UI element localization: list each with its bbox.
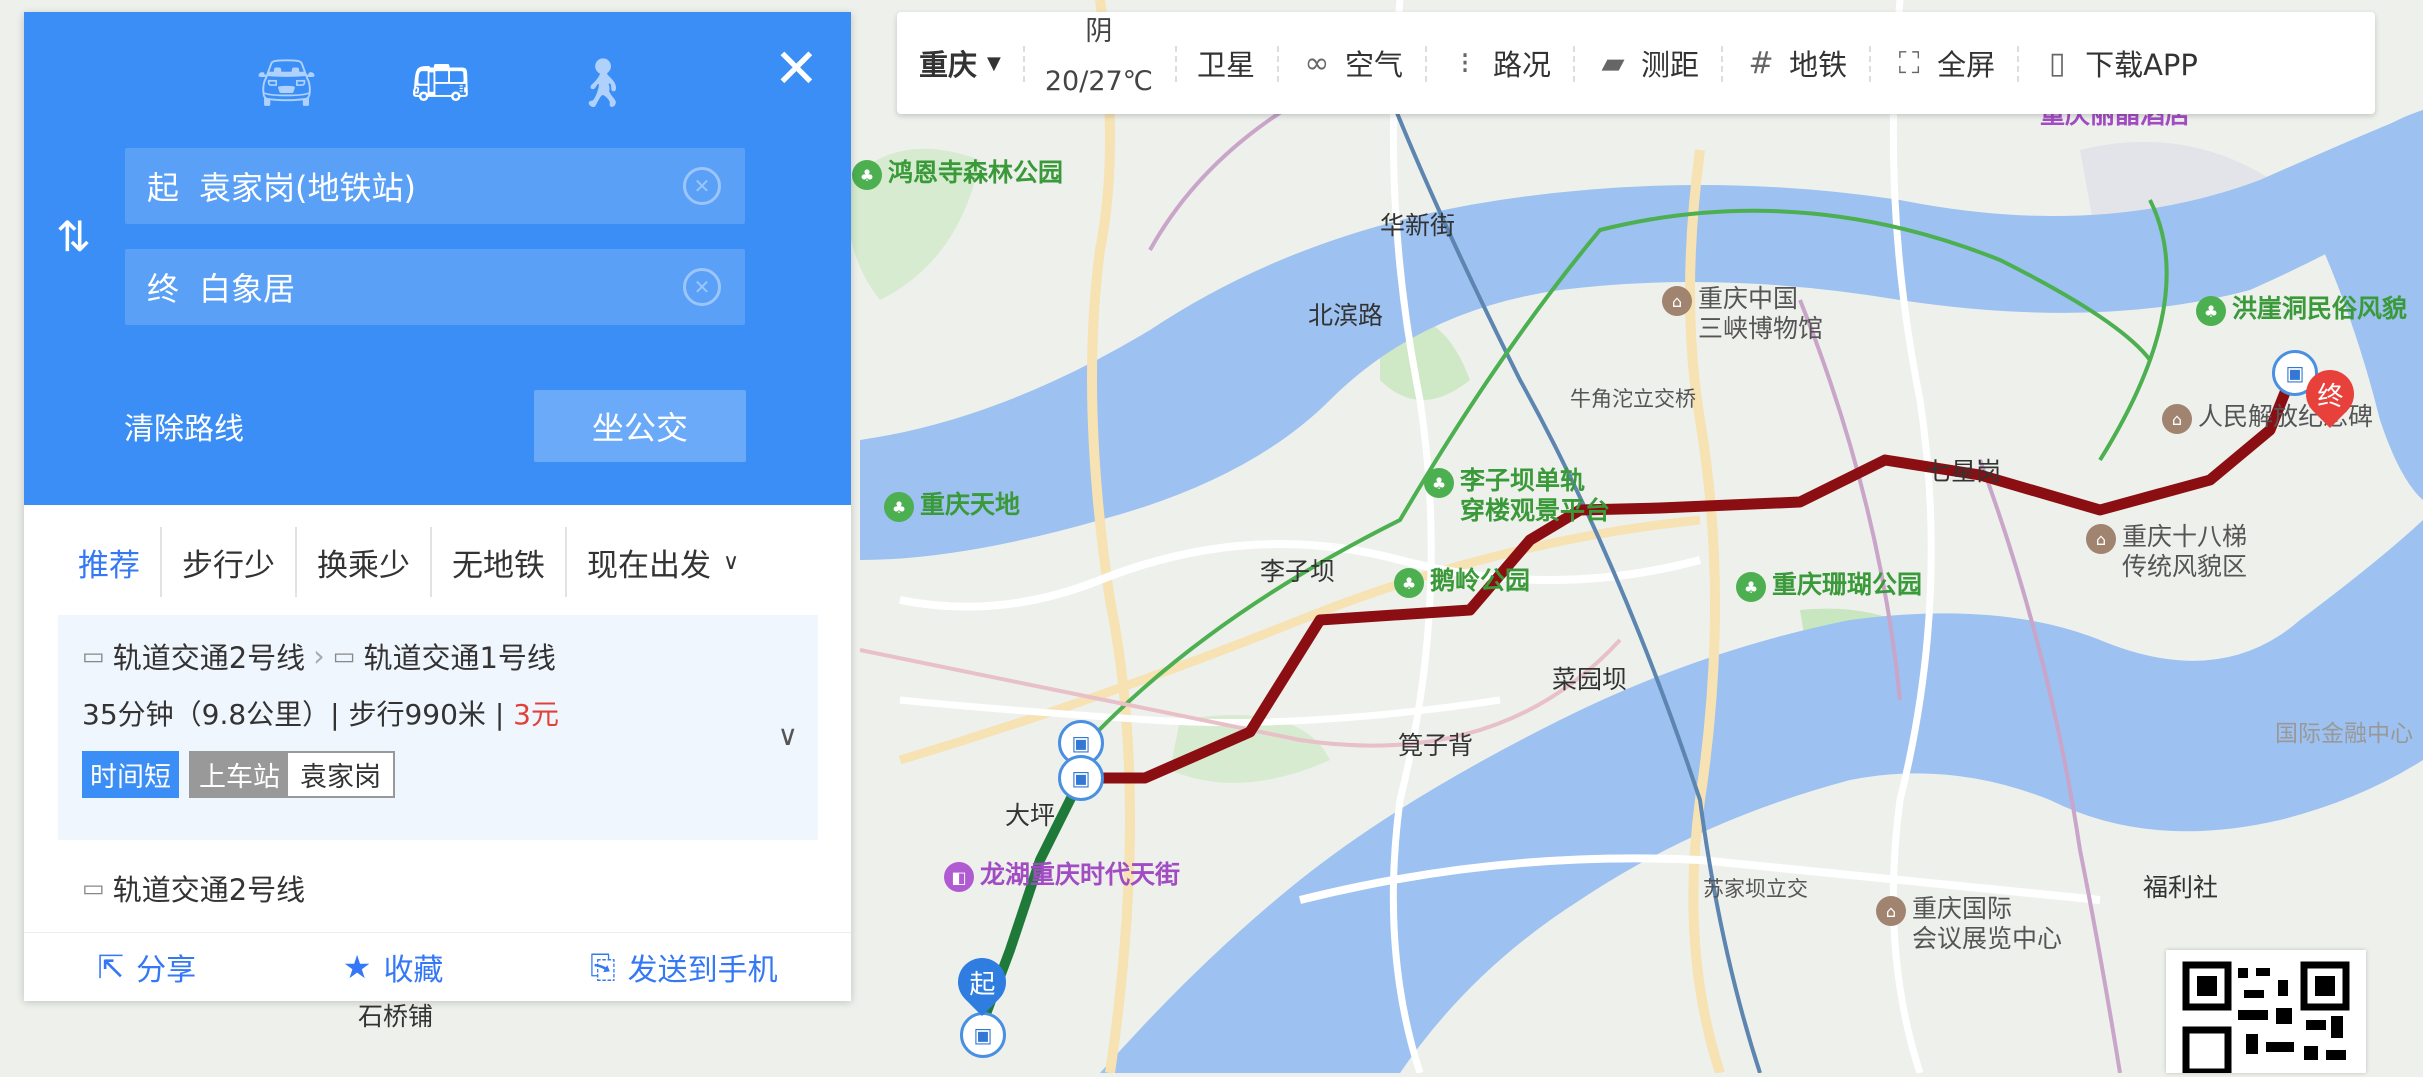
search-bus-button[interactable]: 坐公交	[534, 390, 746, 462]
label-fulishe: 福利社	[2143, 873, 2219, 902]
poi-liziba[interactable]: ♣ 李子坝单轨 穿楼观景平台	[1424, 466, 1610, 526]
city-selector[interactable]: 重庆 ▼	[897, 12, 1023, 114]
chevron-right-icon: ›	[313, 639, 325, 673]
rail-icon: ▭	[82, 874, 105, 902]
air-quality-button[interactable]: ∞ 空气	[1277, 12, 1425, 114]
park-icon: ♣	[1394, 568, 1424, 598]
caret-down-icon: ▼	[987, 52, 1001, 74]
walk-icon[interactable]: 🚶︎	[572, 54, 633, 111]
tab-recommend[interactable]: 推荐	[58, 527, 160, 597]
weather-widget: 阴 20/27℃	[1022, 12, 1175, 114]
fullscreen-button[interactable]: ⛶ 全屏	[1869, 12, 2017, 114]
clear-icon[interactable]: ✕	[683, 167, 721, 205]
fullscreen-icon: ⛶	[1898, 45, 1920, 81]
label-kuanzibei: 筧子背	[1398, 731, 1474, 760]
poi-shibati[interactable]: ⌂ 重庆十八梯 传统风貌区	[2086, 522, 2247, 582]
label-qixinggang: 七星岗	[1926, 457, 2002, 486]
car-icon[interactable]: 🚘︎	[256, 54, 317, 111]
park-icon: ♣	[852, 160, 882, 190]
park-icon: ♣	[1424, 468, 1454, 498]
swap-icon[interactable]: ⇅	[56, 212, 91, 261]
clear-route-link[interactable]: 清除路线	[124, 404, 244, 448]
shopping-icon: ◧	[944, 862, 974, 892]
panel-footer: ⇱ 分享 ★ 收藏 ⎘ 发送到手机	[24, 932, 851, 1001]
route-option[interactable]: ▭ 轨道交通2号线	[58, 847, 818, 932]
ruler-button[interactable]: ▰ 测距	[1573, 12, 1721, 114]
park-icon: ♣	[1736, 572, 1766, 602]
label-huaxinjie: 华新街	[1380, 211, 1456, 240]
qr-code	[2166, 950, 2366, 1076]
label-daping: 大坪	[1005, 801, 1056, 830]
map-toolbar: 重庆 ▼ 阴 20/27℃ 卫星 ∞ 空气 ⁝ 路况 ▰ 测距 # 地铁 ⛶ 全…	[897, 12, 2375, 114]
tag-fastest: 时间短	[82, 751, 179, 798]
traffic-button[interactable]: ⁝ 路况	[1425, 12, 1573, 114]
route-meta: 35分钟（9.8公里）| 步行990米 | 3元	[82, 698, 559, 731]
satellite-button[interactable]: 卫星	[1175, 12, 1277, 114]
tab-less-transfer[interactable]: 换乘少	[295, 527, 430, 597]
favorite-button[interactable]: ★ 收藏	[343, 945, 444, 989]
landmark-icon: ⌂	[2086, 524, 2116, 554]
chevron-down-icon[interactable]: ∨	[778, 719, 799, 752]
poi-eling[interactable]: ♣ 鹅岭公园	[1394, 566, 1530, 598]
metro-station-icon[interactable]: ▣	[1058, 755, 1104, 801]
park-icon: ♣	[884, 492, 914, 522]
clear-icon[interactable]: ✕	[683, 268, 721, 306]
museum-icon: ⌂	[1662, 286, 1692, 316]
park-icon: ♣	[2196, 296, 2226, 326]
label-beibinlu: 北滨路	[1308, 301, 1384, 330]
rail-icon: ▭	[82, 642, 105, 670]
route-search-header: 🚘︎ 🚌︎ 🚶︎ ✕ ⇅ 起 袁家岗(地铁站) ✕ 终 白象居 ✕ 清除路线 坐…	[24, 12, 851, 505]
poi-guoji[interactable]: ⌂ 重庆国际 会议展览中心	[1876, 894, 2062, 954]
departure-time-dropdown[interactable]: 现在出发 ∨	[565, 527, 759, 597]
label-lizi: 李子坝	[1260, 557, 1336, 586]
rail-icon: ▭	[332, 642, 356, 670]
label-caiyuanba: 菜园坝	[1552, 665, 1628, 694]
bus-icon[interactable]: 🚌︎	[410, 54, 471, 111]
share-icon: ⇱	[97, 948, 125, 986]
museum-icon: ⌂	[1876, 896, 1906, 926]
label-suijiaba: 苏家坝立交	[1703, 877, 1808, 901]
start-field[interactable]: 起 袁家岗(地铁站) ✕	[125, 148, 745, 224]
share-button[interactable]: ⇱ 分享	[97, 945, 196, 989]
ruler-icon: ▰	[1601, 45, 1625, 81]
label-niujiaotuo: 牛角沱立交桥	[1570, 387, 1696, 411]
metro-station-icon[interactable]: ▣	[960, 1012, 1006, 1058]
chevron-down-icon: ∨	[723, 549, 740, 575]
end-field[interactable]: 终 白象居 ✕	[125, 249, 745, 325]
poi-hongensi[interactable]: ♣ 鸿恩寺森林公园	[852, 158, 1063, 190]
monument-icon: ⌂	[2162, 404, 2192, 434]
poi-longhu[interactable]: ◧ 龙湖重庆时代天街	[944, 860, 1180, 892]
poi-shanhu[interactable]: ♣ 重庆珊瑚公园	[1736, 570, 1922, 602]
air-quality-icon: ∞	[1304, 45, 1330, 81]
label-shiqiaopu: 石桥铺	[358, 1002, 434, 1031]
traffic-light-icon: ⁝	[1460, 45, 1470, 81]
route-panel: 🚘︎ 🚌︎ 🚶︎ ✕ ⇅ 起 袁家岗(地铁站) ✕ 终 白象居 ✕ 清除路线 坐…	[24, 12, 851, 1001]
qr-code-image	[2182, 961, 2350, 1076]
tab-no-subway[interactable]: 无地铁	[430, 527, 565, 597]
poi-sanxia[interactable]: ⌂ 重庆中国 三峡博物馆	[1662, 284, 1823, 344]
close-icon[interactable]: ✕	[774, 42, 819, 96]
star-icon: ★	[342, 948, 372, 986]
route-filter-tabs: 推荐 步行少 换乘少 无地铁 现在出发 ∨	[58, 527, 818, 597]
subway-icon: #	[1748, 45, 1774, 81]
boarding-station-tag: 上车站 袁家岗	[189, 751, 395, 798]
send-to-phone-button[interactable]: ⎘ 发送到手机	[590, 945, 778, 989]
phone-icon: ▯	[2048, 45, 2066, 81]
download-app-button[interactable]: ▯ 下载APP	[2017, 12, 2220, 114]
route-option[interactable]: ▭ 轨道交通2号线 › ▭ 轨道交通1号线 35分钟（9.8公里）| 步行990…	[58, 615, 818, 840]
label-gjjr: 国际金融中心	[2275, 721, 2413, 747]
poi-tiandi[interactable]: ♣ 重庆天地	[884, 490, 1020, 522]
send-icon: ⎘	[590, 947, 616, 986]
tab-less-walking[interactable]: 步行少	[160, 527, 295, 597]
poi-hongyadong[interactable]: ♣ 洪崖洞民俗风貌	[2196, 294, 2407, 326]
subway-button[interactable]: # 地铁	[1721, 12, 1869, 114]
